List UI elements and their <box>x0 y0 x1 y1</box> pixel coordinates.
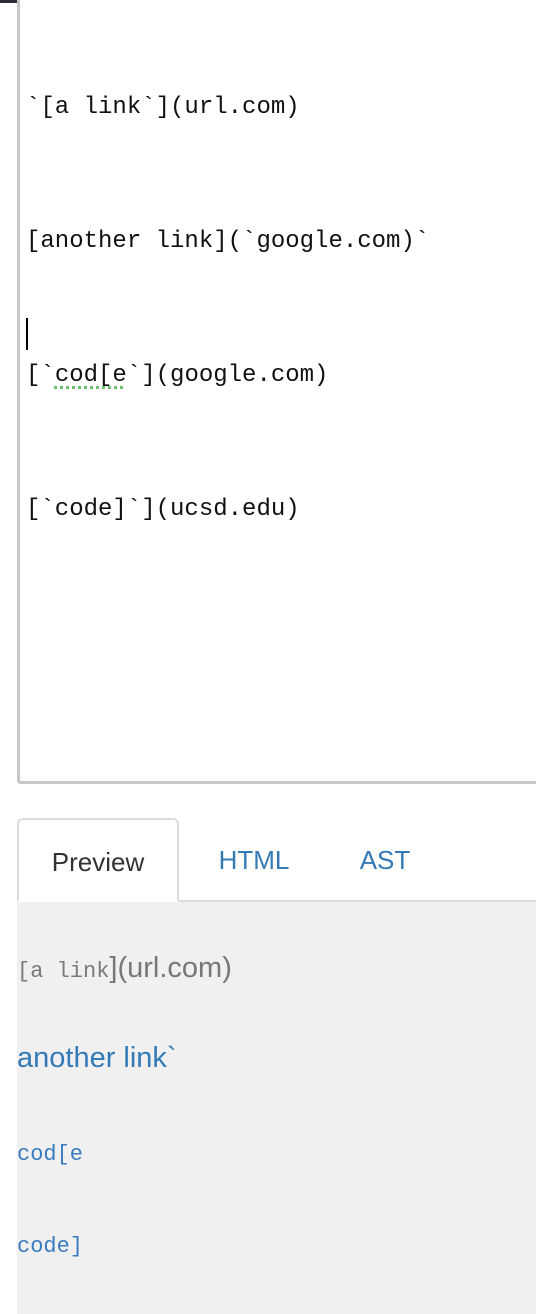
preview-code-link-code-e[interactable]: cod[e <box>17 1142 83 1167</box>
markdown-editor[interactable]: `[a link`](url.com) [another link](`goog… <box>17 0 536 784</box>
editor-text-segment: [` <box>26 362 55 389</box>
preview-link-another[interactable]: another link` <box>17 1042 177 1075</box>
editor-line: `[a link`](url.com) <box>26 94 300 121</box>
spellcheck-underlined-word: cod[e <box>54 362 127 389</box>
output-tabs: Preview HTML AST <box>17 818 536 902</box>
editor-line: [another link](`google.com)` <box>26 228 430 255</box>
editor-line: [`cod[e`](google.com) <box>26 358 429 438</box>
editor-line: [`code]`](ucsd.edu) <box>26 496 300 523</box>
editor-content[interactable]: `[a link`](url.com) [another link](`goog… <box>26 36 429 626</box>
preview-code-link-code[interactable]: code] <box>17 1234 83 1259</box>
tab-html[interactable]: HTML <box>209 818 299 902</box>
inline-code: [a link <box>17 959 110 984</box>
preview-pane: [a link](url.com) another link` cod[e co… <box>17 902 536 1314</box>
editor-text-segment: `](google.com) <box>126 362 329 389</box>
tab-preview[interactable]: Preview <box>17 818 179 902</box>
preview-text: ](url.com) <box>109 952 232 984</box>
text-cursor <box>26 318 28 350</box>
tab-ast[interactable]: AST <box>347 818 423 902</box>
preview-paragraph: [a link](url.com) <box>17 952 232 985</box>
